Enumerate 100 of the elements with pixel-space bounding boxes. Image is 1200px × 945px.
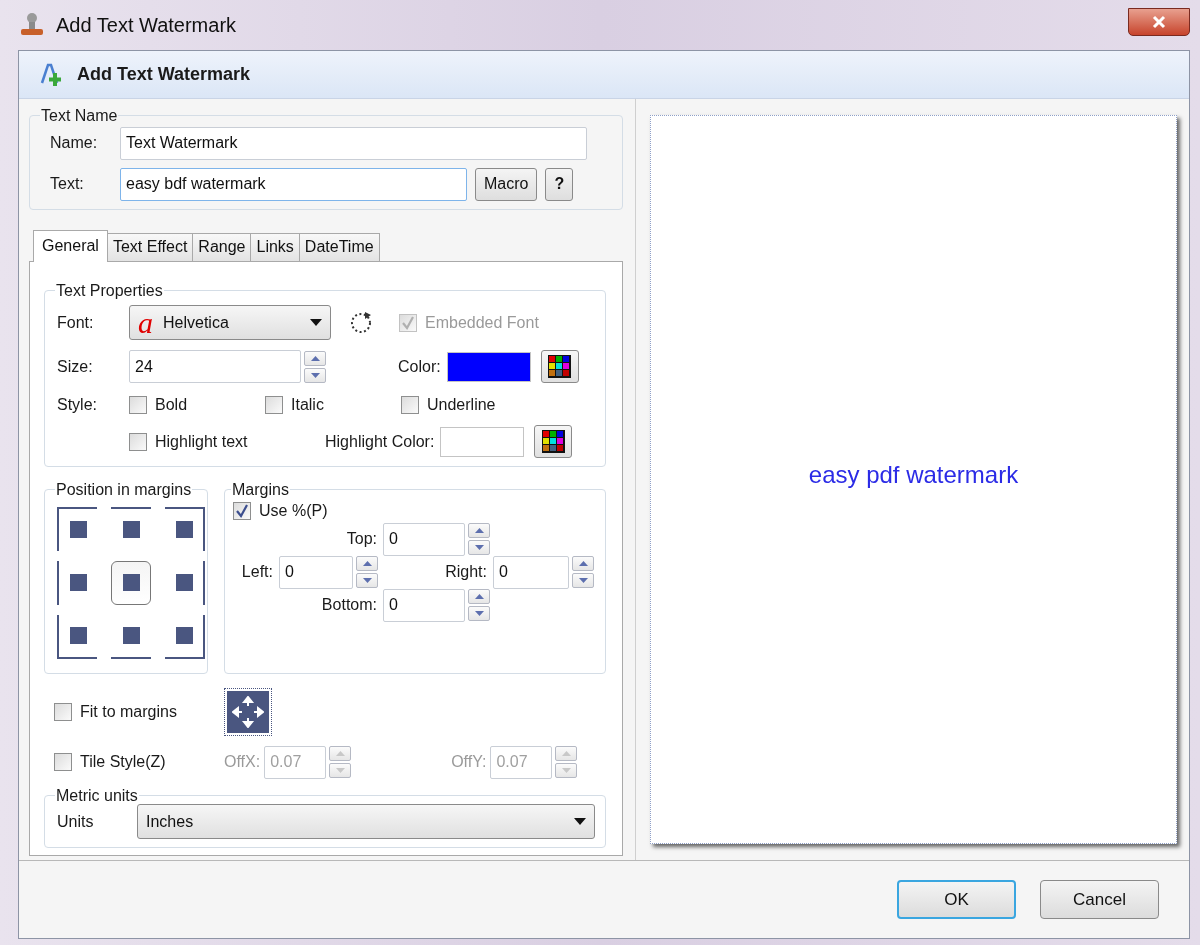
watermark-text: easy pdf watermark	[808, 459, 1019, 490]
up-arrow-icon	[474, 594, 484, 600]
field-label: OffX:	[224, 752, 261, 773]
color-picker-button[interactable]	[540, 350, 579, 384]
square-icon	[175, 574, 193, 592]
caret-icon	[574, 818, 586, 826]
margin-field[interactable]: 0	[493, 555, 569, 589]
square-icon	[69, 627, 87, 645]
checkbox-label: Underline	[427, 395, 496, 416]
down-arrow-icon	[474, 611, 484, 617]
position-cell[interactable]	[111, 560, 151, 605]
font-dropdown[interactable]: a Helvetica	[129, 305, 331, 341]
tab[interactable]: Range	[192, 232, 252, 261]
margin-field[interactable]: 0	[383, 522, 465, 556]
position-cell[interactable]	[165, 506, 205, 551]
check-icon	[235, 503, 249, 518]
up-arrow-icon	[310, 355, 320, 361]
down-arrow-icon	[561, 768, 571, 774]
checkbox[interactable]	[233, 501, 251, 520]
size-field[interactable]: 24	[129, 350, 301, 384]
field-label: Style:	[57, 395, 98, 416]
cancel-button[interactable]: Cancel	[1040, 880, 1159, 919]
group-title: Margins	[231, 481, 290, 499]
tab[interactable]: Links	[250, 232, 300, 261]
square-icon	[175, 521, 193, 539]
spin-down-button[interactable]	[304, 367, 326, 383]
field-label: OffY:	[451, 752, 487, 773]
field-label: Font:	[57, 312, 95, 333]
color-grid-icon	[541, 430, 565, 454]
checkbox[interactable]	[54, 702, 72, 721]
checkbox-label: Tile Style(Z)	[80, 752, 166, 773]
down-arrow-icon	[310, 372, 320, 378]
position-cell[interactable]	[165, 614, 205, 659]
checkbox-label: Highlight text	[155, 431, 248, 452]
checkbox[interactable]	[265, 396, 283, 415]
field-label: Top:	[345, 529, 378, 550]
ok-button[interactable]: OK	[897, 880, 1016, 919]
color-picker-button[interactable]	[534, 425, 573, 459]
checkbox[interactable]	[54, 753, 72, 772]
square-icon	[69, 574, 87, 592]
margin-field[interactable]: 0	[279, 555, 353, 589]
checkbox[interactable]	[129, 432, 147, 451]
up-arrow-icon	[335, 751, 345, 757]
tab[interactable]: General	[33, 229, 108, 262]
color-grid-icon	[548, 355, 572, 379]
spin-down-button[interactable]	[468, 606, 490, 622]
field-label: Text:	[49, 174, 85, 195]
check-icon	[401, 315, 415, 330]
header-title: Add Text Watermark	[77, 63, 251, 86]
spin-up-button[interactable]	[468, 523, 490, 539]
caret-icon	[310, 319, 322, 327]
down-arrow-icon	[362, 578, 372, 584]
refresh-icon	[349, 310, 373, 335]
down-arrow-icon	[474, 545, 484, 551]
field-label: Left:	[240, 562, 274, 583]
up-arrow-icon	[474, 528, 484, 534]
checkbox-label: Embedded Font	[425, 312, 539, 333]
tab[interactable]: DateTime	[298, 232, 380, 261]
position-cell[interactable]	[57, 506, 97, 551]
close-icon	[1152, 15, 1166, 29]
text-field[interactable]: easy bdf watermark	[120, 167, 467, 201]
position-cell[interactable]	[57, 614, 97, 659]
window-title: Add Text Watermark	[56, 13, 237, 38]
field-label: Highlight Color:	[325, 431, 435, 452]
spin-up-button[interactable]	[304, 350, 326, 366]
group-title: Text Name	[40, 107, 119, 125]
units-dropdown[interactable]: Inches	[137, 804, 595, 840]
field-label: Right:	[444, 562, 488, 583]
group-title: Text Properties	[55, 281, 164, 300]
color-swatch[interactable]	[446, 351, 531, 382]
name-field[interactable]: Text Watermark	[120, 126, 587, 160]
checkbox-label: Italic	[291, 395, 324, 416]
square-icon	[122, 521, 140, 539]
square-icon	[122, 574, 140, 592]
spin-up-button[interactable]	[356, 556, 378, 572]
checkbox[interactable]	[401, 396, 419, 415]
fit-button[interactable]	[224, 687, 272, 736]
highlight-color-field[interactable]	[440, 426, 525, 457]
field-label: Units	[57, 811, 95, 832]
spin-down-button[interactable]	[572, 573, 594, 589]
spin-up-button[interactable]	[468, 589, 490, 605]
field-label: Color:	[398, 356, 441, 377]
close-button[interactable]	[1128, 8, 1190, 36]
up-arrow-icon	[578, 561, 588, 567]
font-icon: a	[138, 307, 153, 338]
margin-field[interactable]: 0	[383, 588, 465, 622]
down-arrow-icon	[335, 768, 345, 774]
checkbox-label: Bold	[155, 395, 188, 416]
square-icon	[122, 627, 140, 645]
spin-up-button[interactable]	[572, 556, 594, 572]
checkbox[interactable]	[129, 396, 147, 415]
macro-button[interactable]: Macro	[475, 167, 538, 201]
four-arrows-icon	[232, 695, 264, 728]
spin-down-button[interactable]	[468, 540, 490, 556]
checkbox-label: Use %(P)	[259, 500, 328, 521]
checkbox-label: Fit to margins	[80, 701, 177, 722]
spin-down-button[interactable]	[356, 573, 378, 589]
square-icon	[69, 521, 87, 539]
tab[interactable]: Text Effect	[106, 232, 194, 261]
help-button[interactable]: ?	[545, 167, 574, 201]
